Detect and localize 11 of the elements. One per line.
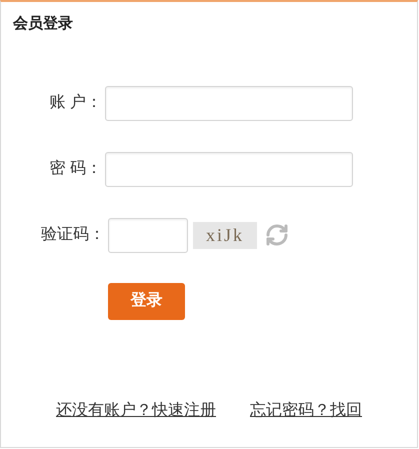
footer-link[interactable]: 还没有账户？快速注册 xyxy=(56,399,216,423)
field-label: 密 码： xyxy=(48,158,103,179)
footer-link[interactable]: 忘记密码？找回 xyxy=(250,399,362,423)
captcha-field[interactable] xyxy=(108,218,188,252)
field-label: 验证码： xyxy=(40,225,106,245)
captcha-image: xiJk xyxy=(193,222,257,248)
refresh-icon[interactable] xyxy=(265,223,289,247)
input-field[interactable] xyxy=(105,152,353,186)
field-label: 账 户： xyxy=(48,92,103,113)
input-field[interactable] xyxy=(105,86,353,120)
panel-title: 会员登录 xyxy=(12,14,74,34)
